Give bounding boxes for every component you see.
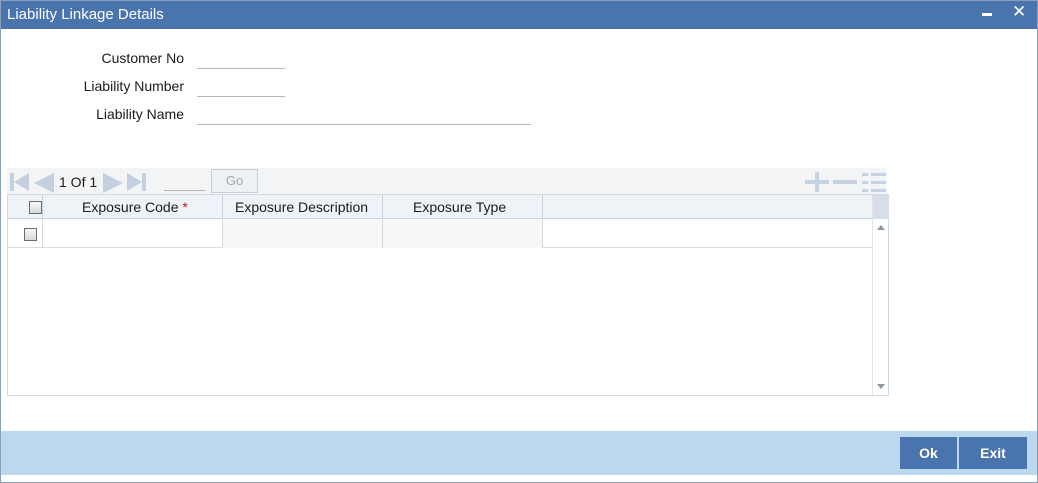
column-header-exposure-type[interactable]: Exposure Type	[383, 195, 543, 219]
vertical-scrollbar[interactable]	[872, 195, 889, 395]
add-row-icon[interactable]	[805, 172, 829, 192]
page-indicator: 1 Of 1	[59, 174, 98, 190]
table-row[interactable]	[8, 220, 872, 248]
exit-button[interactable]: Exit	[959, 437, 1027, 469]
grid-header: Exposure Code * Exposure Description Exp…	[8, 195, 872, 219]
scroll-down-icon[interactable]	[877, 384, 885, 389]
exposure-description-header-label: Exposure Description	[235, 199, 369, 215]
liability-linkage-window: Liability Linkage Details ✕ Customer No …	[0, 0, 1038, 483]
exposure-description-cell	[223, 220, 383, 248]
exposure-code-header-label: Exposure Code	[82, 199, 179, 215]
footer-bar: Ok Exit	[1, 431, 1037, 475]
minimize-icon[interactable]	[982, 13, 992, 16]
go-button[interactable]: Go	[211, 169, 258, 193]
liability-name-label: Liability Name	[96, 106, 184, 122]
scrollbar-header-block	[873, 195, 889, 219]
exposure-type-cell	[383, 220, 543, 248]
customer-no-label: Customer No	[101, 50, 184, 66]
ok-button[interactable]: Ok	[900, 437, 957, 469]
title-bar: Liability Linkage Details ✕	[1, 1, 1037, 29]
page-number-input[interactable]	[164, 173, 206, 191]
liability-number-label: Liability Number	[83, 78, 184, 94]
exposure-grid: Exposure Code * Exposure Description Exp…	[7, 194, 889, 396]
column-header-exposure-description[interactable]: Exposure Description	[223, 195, 383, 219]
exposure-type-header-label: Exposure Type	[413, 199, 507, 215]
scroll-up-icon[interactable]	[877, 225, 885, 230]
exposure-code-cell[interactable]	[43, 220, 223, 248]
column-header-exposure-code[interactable]: Exposure Code *	[43, 195, 223, 219]
row-checkbox[interactable]	[24, 228, 37, 241]
grid-toolbar: 1 Of 1 Go	[7, 168, 887, 194]
liability-number-field[interactable]	[197, 79, 285, 97]
required-marker: *	[182, 199, 188, 215]
row-select-cell	[8, 220, 43, 248]
liability-name-field[interactable]	[197, 107, 531, 125]
close-icon[interactable]: ✕	[1012, 2, 1026, 22]
delete-row-icon[interactable]	[833, 172, 857, 192]
customer-no-field[interactable]	[197, 51, 285, 69]
single-view-icon[interactable]	[862, 172, 886, 194]
select-all-cell	[8, 195, 43, 219]
window-title: Liability Linkage Details	[7, 6, 164, 23]
select-all-checkbox[interactable]	[29, 201, 42, 214]
